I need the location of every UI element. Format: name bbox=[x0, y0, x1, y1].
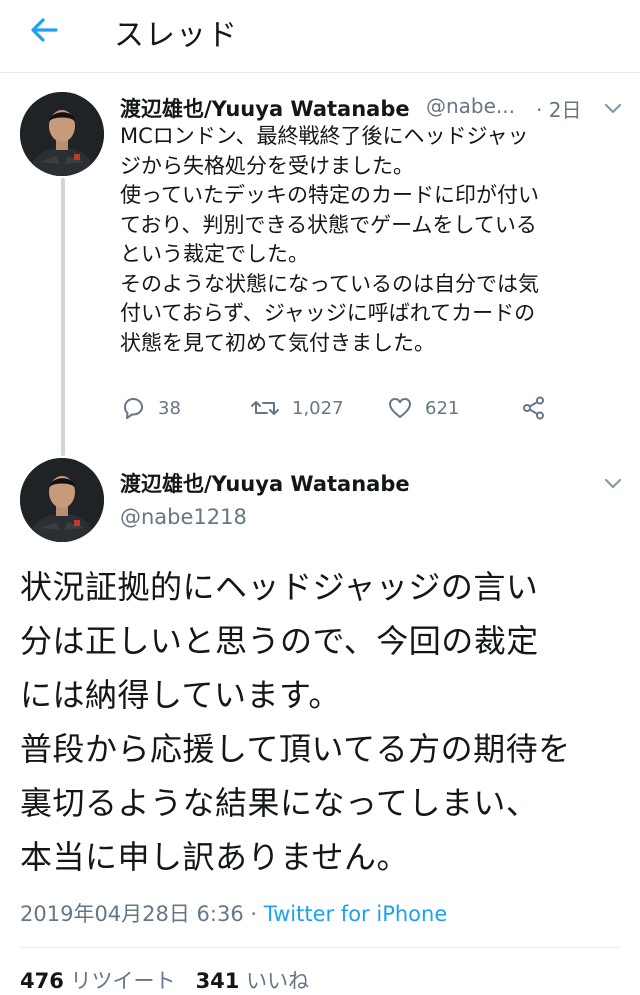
share-icon bbox=[523, 396, 544, 420]
retweet-total-label: リツイート bbox=[70, 969, 176, 993]
tweet-line: そのような状態になっているのは自分では気 bbox=[120, 271, 539, 296]
thread-connector-line bbox=[61, 178, 65, 456]
tweet-time: · 2日 bbox=[536, 98, 582, 122]
reply-icon bbox=[124, 398, 143, 419]
page-title: スレッド bbox=[114, 18, 238, 53]
like-total[interactable]: 341 bbox=[196, 969, 240, 993]
author-name[interactable]: 渡辺雄也/Yuuya Watanabe bbox=[120, 468, 410, 498]
avatar[interactable] bbox=[20, 92, 104, 176]
tweet-text: MCロンドン、最終戦終了後にヘッドジャッ ジから失格処分を受けました。 使ってい… bbox=[120, 122, 625, 358]
chevron-down-icon[interactable] bbox=[603, 101, 623, 115]
tweet-line: 裏切るような結果になってしまい、 bbox=[20, 784, 539, 822]
retweet-total[interactable]: 476 bbox=[20, 969, 64, 993]
retweet-button[interactable]: 1,027 bbox=[250, 393, 344, 423]
chevron-down-icon[interactable] bbox=[603, 476, 623, 490]
tweet-line: ており、判別できる状態でゲームをしている bbox=[120, 212, 537, 237]
retweet-icon bbox=[251, 401, 279, 415]
tweet-line: 状況証拠的にヘッドジャッジの言い bbox=[20, 568, 539, 606]
tweet-line: 本当に申し訳ありません。 bbox=[20, 838, 410, 876]
reply-button[interactable]: 38 bbox=[120, 393, 181, 423]
avatar[interactable] bbox=[20, 458, 104, 542]
like-total-label: いいね bbox=[246, 969, 310, 993]
like-icon bbox=[389, 398, 411, 418]
engagement-stats: 476 リツイート 341 いいね bbox=[20, 965, 309, 995]
top-bar: スレッド bbox=[0, 0, 640, 73]
tweet-line: ジから失格処分を受けました。 bbox=[120, 153, 414, 178]
tweet-line: MCロンドン、最終戦終了後にヘッドジャッ bbox=[120, 124, 529, 148]
reply-count: 38 bbox=[158, 397, 181, 419]
tweet-text: 状況証拠的にヘッドジャッジの言い 分は正しいと思うので、今回の裁定 には納得して… bbox=[20, 560, 571, 884]
author-name[interactable]: 渡辺雄也/Yuuya Watanabe bbox=[120, 93, 410, 123]
author-handle[interactable]: @nabe1218 bbox=[120, 505, 247, 529]
like-button[interactable]: 621 bbox=[387, 393, 459, 423]
tweet-line: 付いておらず、ジャッジに呼ばれてカードの bbox=[120, 301, 536, 325]
tweet-timestamp: 2019年04月28日 6:36 · Twitter for iPhone bbox=[20, 898, 447, 928]
author-handle[interactable]: @nabe... bbox=[426, 94, 515, 118]
tweet-line: 普段から応援して頂いてる方の期待を bbox=[20, 730, 571, 768]
tweet-line: という裁定でした。 bbox=[120, 242, 309, 266]
retweet-count: 1,027 bbox=[292, 397, 344, 419]
tweet-line: 状態を見て初めて気付きました。 bbox=[120, 330, 435, 355]
share-button[interactable] bbox=[521, 393, 547, 423]
tweet-line: には納得しています。 bbox=[20, 676, 341, 714]
divider bbox=[20, 947, 620, 948]
tweet-line: 分は正しいと思うので、今回の裁定 bbox=[20, 622, 539, 660]
back-arrow-icon[interactable] bbox=[28, 14, 60, 46]
tweet-line: 使っていたデッキの特定のカードに印が付い bbox=[120, 183, 539, 207]
like-count: 621 bbox=[425, 397, 460, 419]
timestamp-text: 2019年04月28日 6:36 · bbox=[20, 902, 264, 926]
source-link[interactable]: Twitter for iPhone bbox=[264, 902, 448, 926]
